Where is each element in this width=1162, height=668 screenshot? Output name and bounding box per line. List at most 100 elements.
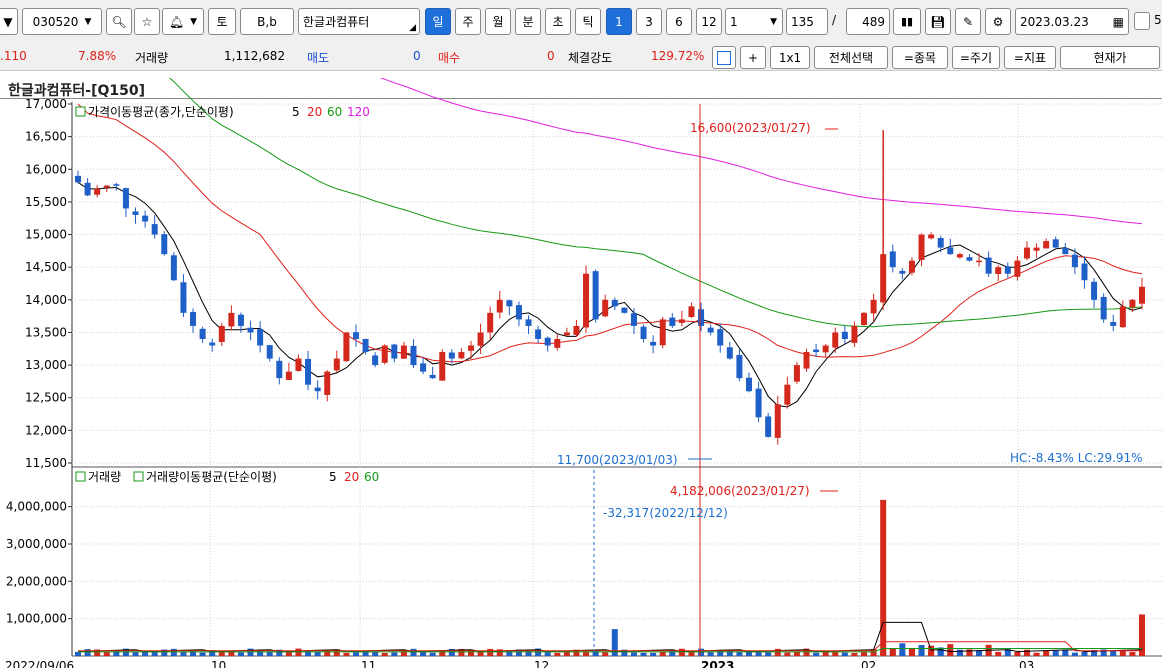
tab-day[interactable]: 일 [425,8,451,35]
total-count-field: 489 [846,8,890,35]
candle-body [122,188,129,209]
bb-button[interactable]: B,b [240,8,294,35]
alert-button[interactable]: 🔔︎ ▼ [162,8,204,35]
date-picker[interactable]: 2023.03.23 ▦ [1015,8,1129,35]
candle-body [410,345,417,366]
square-toggle-button[interactable] [712,46,736,69]
candle-body [602,299,609,317]
candle-body [170,255,177,281]
favorite-button[interactable]: ☆ [134,8,160,35]
save-button[interactable]: 💾︎ [925,8,951,35]
checkbox[interactable] [1134,12,1150,30]
stock-name-field[interactable]: 한글과컴퓨터 ◢ [298,8,420,35]
candle-body [84,182,91,196]
tab-day-label: 일 [432,15,444,29]
tab-minute[interactable]: 분 [515,8,541,35]
volume-bar [650,652,657,656]
item-button[interactable]: =종목 [892,46,948,69]
draw-button[interactable]: ✎ [955,8,981,35]
candle-body [1014,260,1021,277]
candle-body [1139,286,1145,304]
candle-body [515,305,522,320]
x-axis: 2022/09/06 10 11 12 2023 02 03 [5,659,1034,668]
volume-ma-lines [77,621,1143,653]
tab-month[interactable]: 월 [485,8,511,35]
volume-bar [784,652,791,656]
num-button-1[interactable]: 1 [606,8,632,35]
candle-body [1052,239,1059,248]
volume-bar [237,652,244,656]
tab-tick-label: 틱 [582,15,594,29]
chart-svg[interactable]: 17,00016,50016,00015,50015,00014,50014,0… [0,0,1162,668]
volume-bar [1129,651,1136,656]
candle-body [276,360,283,379]
current-price-label: 현재가 [1093,51,1127,65]
candle-body [295,358,302,371]
candle-body [908,260,915,273]
bell-icon: 🔔︎ [168,14,185,29]
dropdown-arrow-button[interactable]: ▼ [0,8,18,35]
volume-bar [1081,651,1088,656]
to-label: 토 [216,15,228,29]
volume-bar [180,651,187,656]
interval-select[interactable]: 1 ▼ [725,8,783,35]
volume-bar [84,649,91,656]
volume-bar [889,648,896,656]
candle-body [1091,281,1098,300]
price-legend-label: 가격이동평균(종가,단순이평) [88,105,234,119]
settings-button[interactable]: ⚙ [985,8,1011,35]
candle-body [544,337,551,346]
search-button[interactable]: 🔍︎ [106,8,132,35]
candle-body [611,299,618,307]
count-input[interactable]: 135 [786,8,828,35]
tab-week-label: 주 [462,15,474,29]
volume-bar [928,645,935,656]
volume-bar [1119,651,1126,656]
1x1-button[interactable]: 1x1 [770,46,810,69]
candle-body [381,345,388,363]
num-button-6[interactable]: 6 [666,8,692,35]
volume-bar [75,651,81,656]
volume-bar [688,652,695,656]
volume-bar [841,652,848,656]
tab-second[interactable]: 초 [545,8,571,35]
cycle-button[interactable]: =주기 [952,46,1000,69]
bb-label: B,b [257,14,277,29]
candle-body [103,185,110,188]
tab-week[interactable]: 주 [455,8,481,35]
plus-button[interactable]: + [740,46,766,69]
chart-type-button[interactable]: ▮▮ [893,8,921,35]
candle-body [745,377,752,392]
sell-label: 매도 [307,51,330,65]
candle-body [621,307,628,313]
x-tick-label: 02 [861,659,876,668]
tab-second-label: 초 [552,15,564,29]
num-button-3[interactable]: 3 [636,8,662,35]
chart-area[interactable]: 한글과컴퓨터-[Q150] 17,000 16,500 16,000 15,500 15… [0,0,1162,668]
star-icon: ☆ [141,14,153,29]
buy-value: 0 [547,49,555,63]
volume-bar [707,652,714,656]
candle-body [937,238,944,248]
candle-body [477,332,484,346]
ma120-label: 120 [347,105,370,119]
volume-bar [1033,652,1040,656]
candle-body [793,365,800,382]
indicator-button[interactable]: =지표 [1004,46,1056,69]
volume-bar [487,648,494,656]
count-separator: / [832,13,837,27]
vol-ma5-line [77,621,1143,653]
volume-bar [947,644,954,656]
stock-code-value: 030520 [32,14,79,29]
volume-bar [352,652,359,656]
volume-bar [659,651,666,656]
legend-checkbox-icon [75,471,86,482]
volume-bar [199,652,206,656]
select-all-button[interactable]: 전체선택 [814,46,888,69]
stock-code-select[interactable]: 030520 ▼ [22,8,102,35]
tab-tick[interactable]: 틱 [575,8,601,35]
candle-body [678,319,685,323]
num-button-12[interactable]: 12 [696,8,722,35]
to-button[interactable]: 토 [208,8,236,35]
current-price-button[interactable]: 현재가 [1060,46,1160,69]
